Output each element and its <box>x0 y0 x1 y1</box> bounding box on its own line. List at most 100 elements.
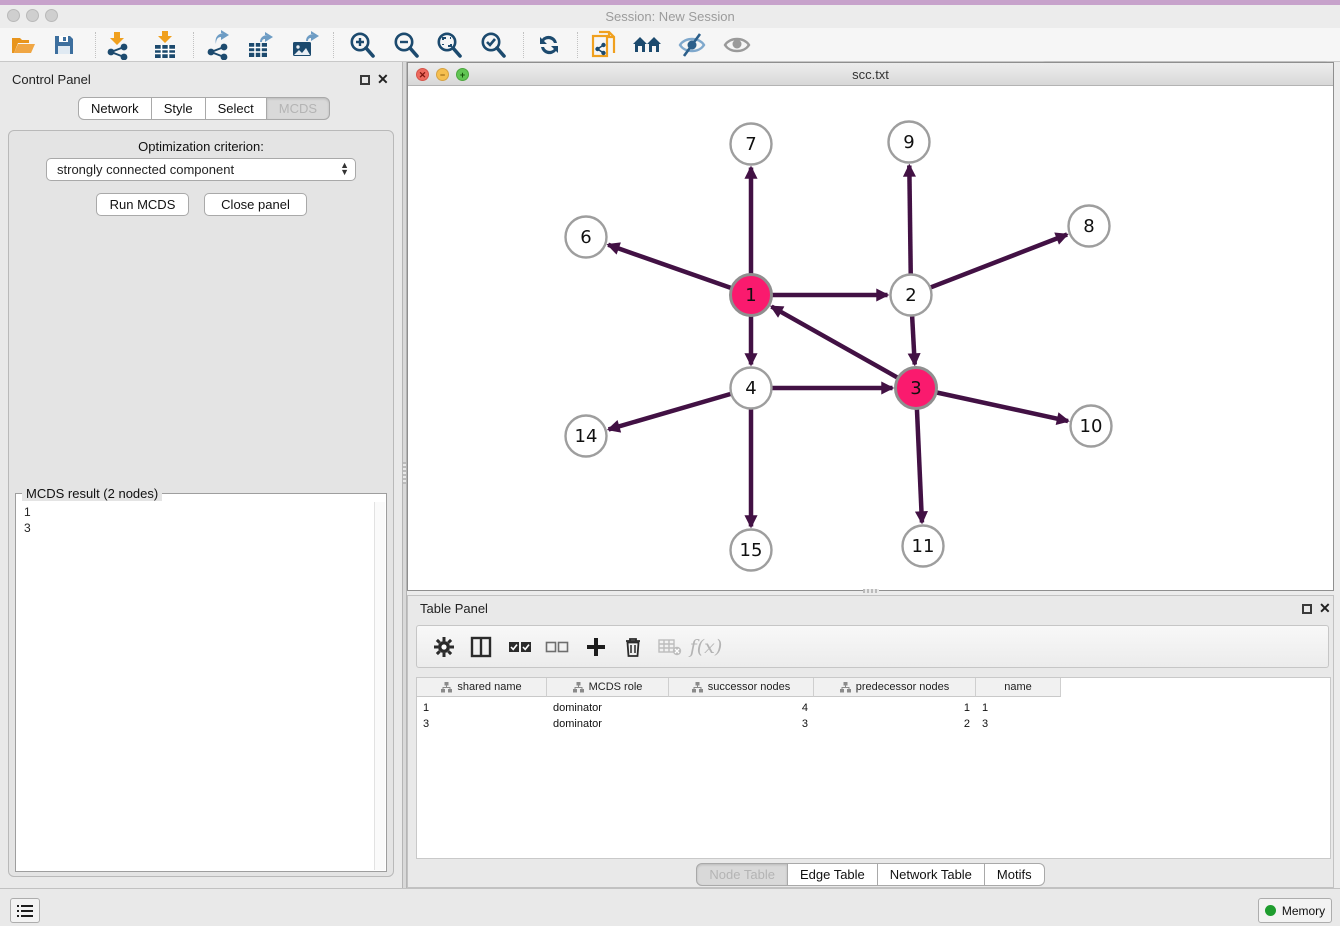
fx-icon: f(x) <box>690 636 723 658</box>
table-tab-group: Node Table Edge Table Network Table Moti… <box>696 863 1044 886</box>
network-canvas[interactable]: 1234678910111415 <box>408 86 1333 590</box>
show-graphics-button[interactable] <box>718 30 756 60</box>
delete-column-button[interactable] <box>616 632 650 662</box>
horizontal-splitter-grip[interactable] <box>863 589 879 593</box>
tab-select[interactable]: Select <box>206 97 267 120</box>
zoom-fit-button[interactable] <box>430 30 468 60</box>
cell-name[interactable]: 3 <box>976 716 1061 732</box>
cell-predecessor-nodes[interactable]: 1 <box>814 700 976 716</box>
close-panel-button[interactable]: Close panel <box>204 193 307 216</box>
graph-edge-3-1[interactable] <box>771 307 901 380</box>
zoom-out-button[interactable] <box>387 30 425 60</box>
export-image-button[interactable] <box>286 30 324 60</box>
tab-edge-table[interactable]: Edge Table <box>788 863 878 886</box>
import-table-button[interactable] <box>146 30 184 60</box>
table-close-icon[interactable]: ✕ <box>1319 600 1331 617</box>
graph-edge-4-14[interactable] <box>609 393 736 430</box>
graph-edge-2-8[interactable] <box>926 234 1067 289</box>
graph-node-label-7: 7 <box>745 134 756 155</box>
function-builder-button[interactable]: f(x) <box>689 632 723 662</box>
graph-node-label-11: 11 <box>912 536 935 557</box>
zoom-in-button[interactable] <box>343 30 381 60</box>
cell-mcds-role[interactable]: dominator <box>547 716 669 732</box>
zoom-selected-button[interactable] <box>474 30 512 60</box>
table-row[interactable]: 3 dominator 3 2 3 <box>417 716 1061 732</box>
graph-edge-2-3[interactable] <box>912 311 915 364</box>
table-toolbar: f(x) <box>416 625 1329 668</box>
float-panel-icon[interactable] <box>360 75 370 85</box>
columns-icon <box>470 636 492 658</box>
open-file-button[interactable] <box>4 30 42 60</box>
toolbar-separator <box>193 32 194 58</box>
control-panel-tabs: Network Style Select MCDS <box>78 97 330 120</box>
cell-successor-nodes[interactable]: 3 <box>669 716 814 732</box>
first-neighbors-button[interactable] <box>629 30 667 60</box>
table-row[interactable]: 1 dominator 4 1 1 <box>417 700 1061 716</box>
splitter-grip <box>403 462 406 484</box>
column-header-mcds-role[interactable]: MCDS role <box>547 678 669 697</box>
graph-node-label-14: 14 <box>575 426 598 447</box>
hide-labels-button[interactable] <box>673 30 711 60</box>
save-session-button[interactable] <box>45 30 83 60</box>
select-all-columns-button[interactable] <box>503 632 537 662</box>
run-mcds-button[interactable]: Run MCDS <box>96 193 189 216</box>
mcds-result-list[interactable]: 1 3 <box>17 502 374 870</box>
graph-node-label-1: 1 <box>745 285 756 306</box>
tab-motifs[interactable]: Motifs <box>985 863 1045 886</box>
hierarchy-icon <box>692 682 703 693</box>
graph-edge-1-6[interactable] <box>608 245 735 290</box>
control-panel-title: Control Panel <box>12 72 91 87</box>
cell-mcds-role[interactable]: dominator <box>547 700 669 716</box>
graph-edge-2-9[interactable] <box>909 165 910 278</box>
export-table-button[interactable] <box>242 30 280 60</box>
cell-predecessor-nodes[interactable]: 2 <box>814 716 976 732</box>
export-network-button[interactable] <box>199 30 237 60</box>
column-header-predecessor-nodes[interactable]: predecessor nodes <box>814 678 976 697</box>
zoom-in-icon <box>347 30 377 60</box>
show-column-panel-button[interactable] <box>464 632 498 662</box>
result-scrollbar[interactable] <box>374 502 385 870</box>
refresh-icon <box>535 31 563 59</box>
hide-labels-eye-icon <box>676 32 708 58</box>
zoom-selected-icon <box>478 30 508 60</box>
delete-table-button[interactable] <box>653 632 687 662</box>
memory-button[interactable]: Memory <box>1258 898 1332 923</box>
cell-successor-nodes[interactable]: 4 <box>669 700 814 716</box>
export-table-icon <box>246 30 276 60</box>
show-task-history-button[interactable] <box>10 898 40 923</box>
column-header-name[interactable]: name <box>976 678 1061 697</box>
table-settings-button[interactable] <box>427 632 461 662</box>
zoom-out-icon <box>391 30 421 60</box>
hierarchy-icon <box>573 682 584 693</box>
column-header-shared-name[interactable]: shared name <box>417 678 547 697</box>
tab-network-table[interactable]: Network Table <box>878 863 985 886</box>
tab-network[interactable]: Network <box>78 97 152 120</box>
duplicate-network-button[interactable] <box>585 30 623 60</box>
dropdown-arrows-icon: ▲▼ <box>340 162 349 176</box>
apply-layout-button[interactable] <box>530 30 568 60</box>
import-network-button[interactable] <box>99 30 137 60</box>
export-network-icon <box>204 30 232 60</box>
list-icon <box>17 904 33 918</box>
table-float-icon[interactable] <box>1302 604 1312 614</box>
main-toolbar <box>0 28 1340 62</box>
cell-shared-name[interactable]: 3 <box>417 716 547 732</box>
graph-edge-3-10[interactable] <box>932 392 1068 422</box>
tab-mcds[interactable]: MCDS <box>267 97 330 120</box>
network-window-titlebar[interactable]: ✕ − + scc.txt <box>408 63 1333 86</box>
toolbar-separator <box>523 32 524 58</box>
eye-icon <box>721 32 753 58</box>
create-column-button[interactable] <box>579 632 613 662</box>
graph-edge-3-11[interactable] <box>917 404 922 522</box>
cell-shared-name[interactable]: 1 <box>417 700 547 716</box>
unselect-all-columns-button[interactable] <box>540 632 574 662</box>
delete-table-icon <box>658 638 682 656</box>
tab-node-table[interactable]: Node Table <box>696 863 788 886</box>
column-header-successor-nodes[interactable]: successor nodes <box>669 678 814 697</box>
toolbar-separator <box>333 32 334 58</box>
close-panel-icon[interactable]: ✕ <box>377 71 389 88</box>
criterion-value: strongly connected component <box>57 162 234 177</box>
criterion-dropdown[interactable]: strongly connected component ▲▼ <box>46 158 356 181</box>
cell-name[interactable]: 1 <box>976 700 1061 716</box>
tab-style[interactable]: Style <box>152 97 206 120</box>
